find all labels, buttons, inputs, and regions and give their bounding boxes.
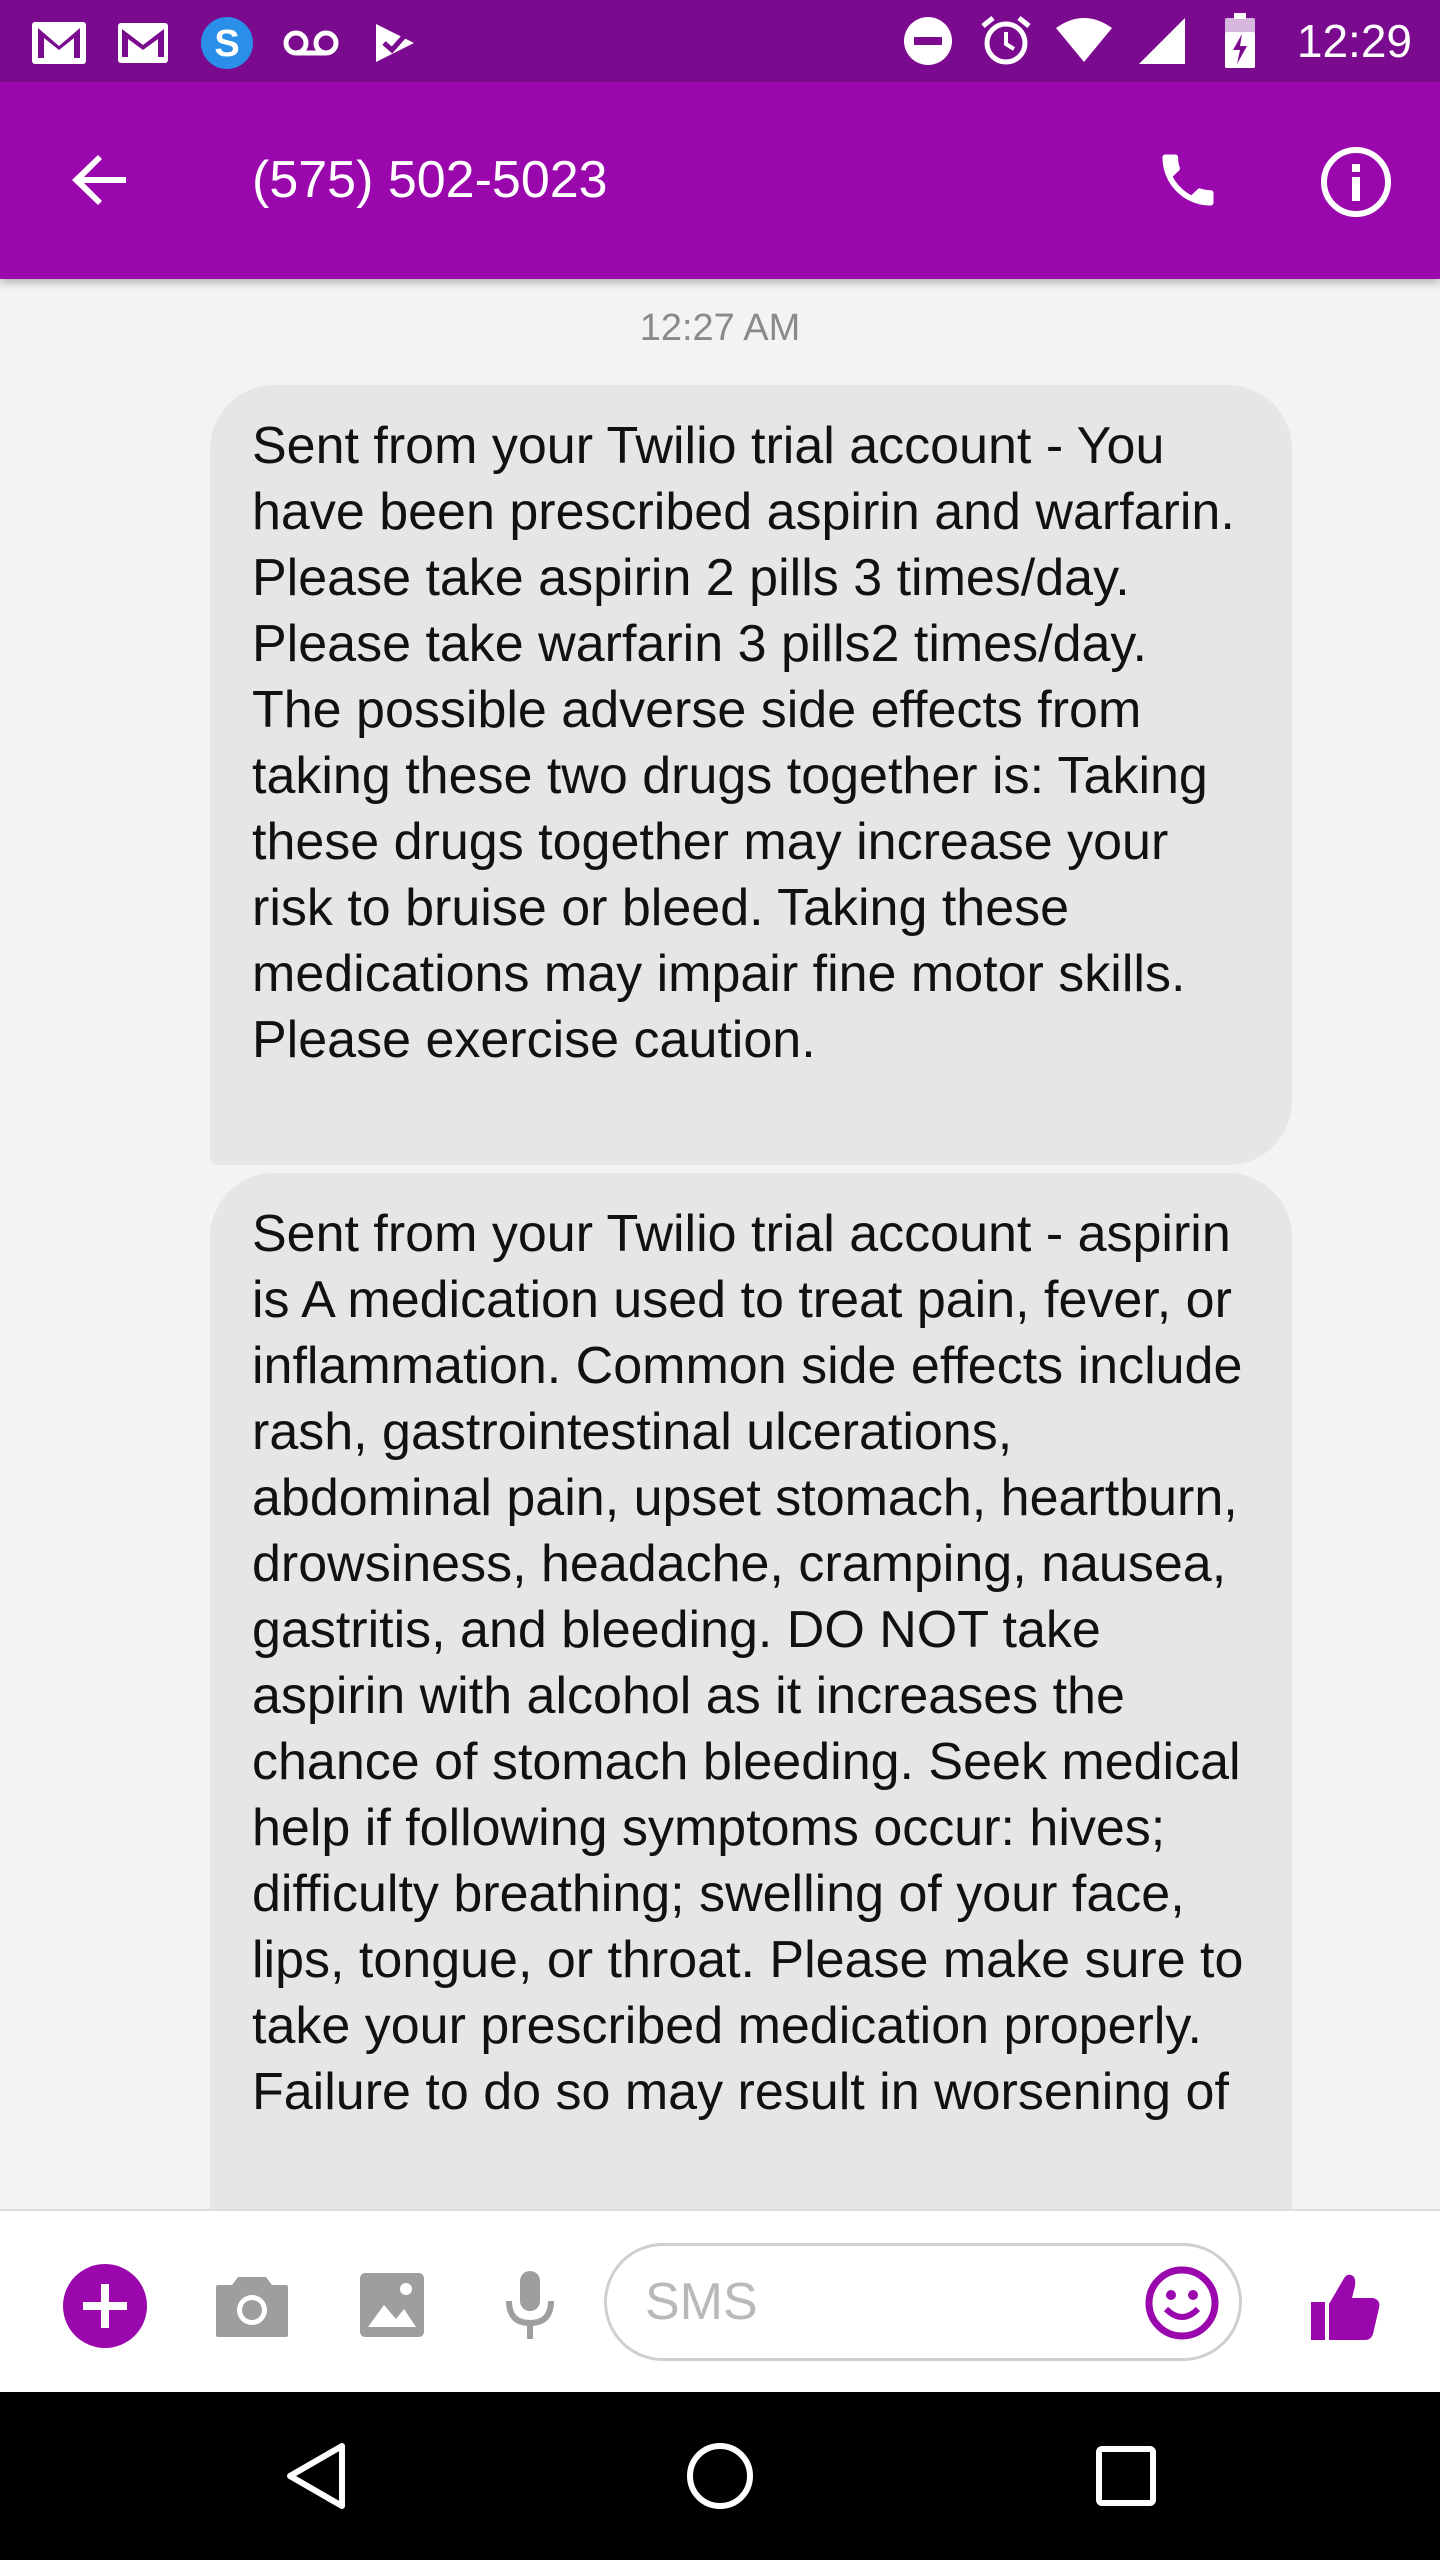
add-attachment-button[interactable] bbox=[60, 2261, 150, 2351]
message-timestamp: 12:27 AM bbox=[639, 307, 801, 349]
voice-input-button[interactable] bbox=[490, 2265, 570, 2345]
info-icon bbox=[1321, 147, 1391, 217]
info-button[interactable] bbox=[1316, 142, 1396, 222]
nav-back-button[interactable] bbox=[276, 2436, 356, 2516]
check-flag-icon bbox=[366, 14, 424, 72]
svg-text:S: S bbox=[214, 23, 239, 65]
phone-icon bbox=[1162, 154, 1214, 206]
navigation-bar bbox=[0, 2392, 1440, 2560]
call-button[interactable] bbox=[1150, 142, 1226, 218]
nav-back-icon bbox=[287, 2443, 345, 2509]
alarm-icon bbox=[977, 12, 1035, 70]
sms-input-placeholder: SMS bbox=[645, 2273, 758, 2331]
gallery-button[interactable] bbox=[352, 2265, 432, 2345]
message-bubble[interactable]: Sent from your Twilio trial account - as… bbox=[210, 1173, 1292, 2209]
swiftkey-icon: S bbox=[198, 14, 256, 72]
back-button[interactable] bbox=[62, 142, 138, 218]
signal-icon bbox=[1133, 12, 1191, 70]
camera-icon bbox=[216, 2277, 288, 2337]
nav-home-button[interactable] bbox=[680, 2436, 760, 2516]
battery-charging-icon bbox=[1211, 12, 1269, 70]
gmail-icon bbox=[30, 14, 88, 72]
thumbs-up-icon bbox=[1311, 2274, 1380, 2340]
wifi-icon bbox=[1055, 12, 1113, 70]
image-icon bbox=[360, 2273, 424, 2337]
message-list[interactable]: 12:27 AM Sent from your Twilio trial acc… bbox=[0, 279, 1440, 2209]
contact-title[interactable]: (575) 502-5023 bbox=[252, 150, 608, 210]
add-circle-icon bbox=[63, 2264, 147, 2348]
emoji-icon bbox=[1145, 2266, 1219, 2340]
camera-button[interactable] bbox=[210, 2265, 294, 2345]
status-bar: S 12:29 bbox=[0, 0, 1440, 82]
nav-recents-icon bbox=[1096, 2446, 1156, 2506]
arrow-back-icon bbox=[72, 155, 126, 205]
email-icon bbox=[114, 14, 172, 72]
compose-bar: SMS bbox=[0, 2209, 1440, 2394]
emoji-button[interactable] bbox=[1140, 2261, 1224, 2345]
message-bubble[interactable]: Sent from your Twilio trial account - Yo… bbox=[210, 385, 1292, 1165]
app-bar: (575) 502-5023 bbox=[0, 82, 1440, 279]
nav-home-icon bbox=[687, 2443, 753, 2509]
system-icons: 12:29 bbox=[899, 12, 1412, 70]
nav-recents-button[interactable] bbox=[1086, 2436, 1166, 2516]
microphone-icon bbox=[506, 2271, 554, 2339]
voicemail-icon bbox=[282, 14, 340, 72]
clock: 12:29 bbox=[1296, 15, 1412, 67]
like-button[interactable] bbox=[1300, 2261, 1390, 2351]
notification-icons: S bbox=[30, 14, 424, 72]
do-not-disturb-icon bbox=[899, 12, 957, 70]
